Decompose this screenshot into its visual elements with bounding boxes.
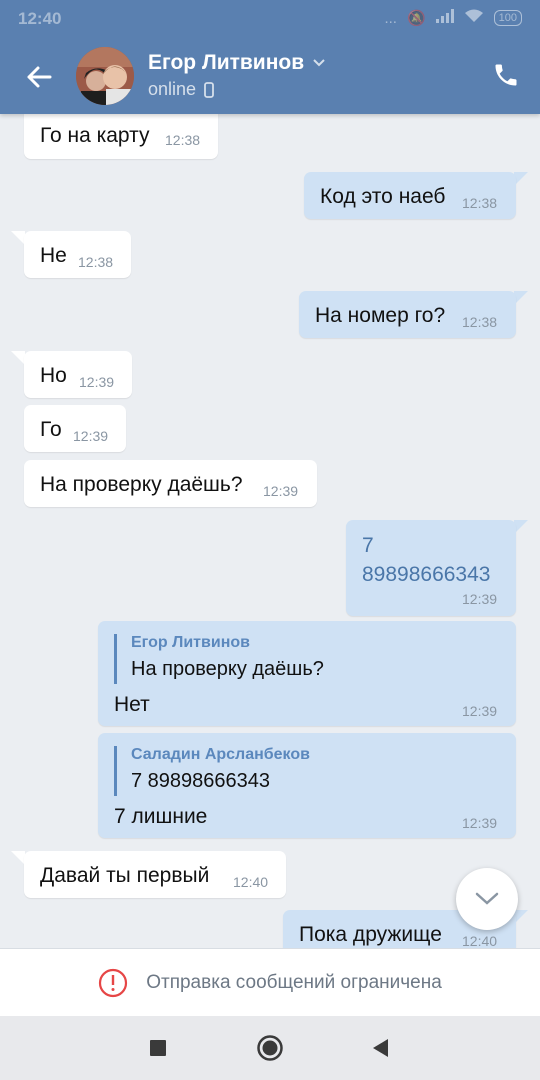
message-text: Не [40, 244, 67, 267]
message-time: 12:38 [462, 314, 498, 330]
bubble-tail [11, 351, 25, 365]
message-text: Нет [114, 693, 150, 716]
message-text: Давай ты первый [40, 864, 210, 887]
message-outgoing-reply[interactable]: Егор Литвинов На проверку даёшь? Нет 12:… [98, 621, 516, 726]
message-incoming[interactable]: Го на карту 12:38 [24, 114, 218, 159]
status-bar: 12:40 ... 🔕 100 [0, 0, 540, 38]
mobile-device-icon [204, 81, 214, 98]
message-time: 12:39 [73, 428, 109, 444]
message-outgoing-reply[interactable]: Саладин Арсланбеков 7 89898666343 7 лишн… [98, 733, 516, 838]
bubble-tail [11, 851, 25, 865]
message-text: Но [40, 364, 67, 387]
message-time: 12:38 [78, 254, 114, 270]
bubble-tail [514, 172, 528, 186]
back-button[interactable] [22, 60, 56, 94]
recents-button[interactable] [143, 1033, 173, 1063]
message-incoming[interactable]: Го 12:39 [24, 405, 126, 452]
call-button[interactable] [492, 61, 520, 89]
message-time: 12:39 [263, 483, 299, 499]
message-text: На номер го? [315, 304, 446, 327]
back-nav-button[interactable] [366, 1033, 396, 1063]
message-outgoing[interactable]: Код это наеб 12:38 [304, 172, 516, 219]
battery-icon: 100 [493, 10, 522, 26]
message-text: На проверку даёшь? [40, 473, 243, 496]
contact-avatar[interactable] [76, 47, 134, 105]
contact-status: online [148, 79, 214, 100]
message-time: 12:40 [233, 874, 269, 890]
home-circle-icon [257, 1035, 283, 1061]
message-time: 12:39 [462, 815, 498, 831]
chevron-down-icon [313, 59, 325, 67]
online-status: online [148, 79, 197, 99]
phone-number-link[interactable]: 89898666343 [362, 563, 490, 587]
mute-icon: 🔕 [406, 10, 426, 27]
contact-name-button[interactable]: Егор Литвинов [148, 51, 326, 75]
quote-author: Егор Литвинов [131, 634, 250, 651]
message-incoming[interactable]: Но 12:39 [24, 351, 132, 398]
wifi-icon [464, 9, 484, 27]
bubble-tail [514, 910, 528, 924]
back-arrow-icon [27, 66, 52, 88]
chat-header: 12:40 ... 🔕 100 Егор Литвинов online [0, 0, 540, 114]
message-outgoing[interactable]: 7 89898666343 12:39 [346, 520, 516, 616]
message-incoming[interactable]: На проверку даёшь? 12:39 [24, 460, 317, 507]
message-time: 12:39 [462, 591, 498, 607]
message-text: Пока дружище [299, 923, 442, 946]
more-notifications-icon: ... [384, 9, 397, 27]
bubble-tail [11, 231, 25, 245]
square-icon [150, 1040, 166, 1056]
message-outgoing[interactable]: На номер го? 12:38 [299, 291, 516, 338]
message-text: Код это наеб [320, 185, 446, 208]
message-time: 12:40 [462, 933, 498, 948]
message-time: 12:38 [165, 132, 201, 148]
status-time: 12:40 [18, 9, 62, 28]
message-incoming[interactable]: Давай ты первый 12:40 [24, 851, 286, 898]
bubble-tail [514, 520, 528, 534]
message-list[interactable]: Го на карту 12:38 Код это наеб 12:38 Не … [0, 114, 540, 948]
messaging-restricted-banner: Отправка сообщений ограничена [0, 948, 540, 1016]
quoted-message[interactable]: Егор Литвинов На проверку даёшь? [114, 634, 324, 684]
message-time: 12:39 [79, 374, 115, 390]
phone-number-link[interactable]: 7 [362, 534, 374, 558]
status-icons: ... 🔕 100 [384, 9, 522, 27]
quoted-message[interactable]: Саладин Арсланбеков 7 89898666343 [114, 746, 310, 796]
message-text: Го на карту [40, 124, 150, 147]
message-time: 12:38 [462, 195, 498, 211]
chevron-down-icon [475, 892, 499, 905]
quote-text: 7 89898666343 [131, 770, 271, 792]
message-incoming[interactable]: Не 12:38 [24, 231, 131, 278]
alert-icon [99, 968, 128, 997]
message-time: 12:39 [462, 703, 498, 719]
system-navigation-bar [0, 1016, 540, 1080]
signal-icon [435, 9, 454, 27]
restriction-text: Отправка сообщений ограничена [146, 971, 442, 993]
triangle-back-icon [373, 1039, 388, 1057]
home-button[interactable] [255, 1033, 285, 1063]
message-text: Го [40, 418, 62, 441]
quote-author: Саладин Арсланбеков [131, 746, 310, 763]
contact-name: Егор Литвинов [148, 51, 305, 74]
scroll-to-bottom-button[interactable] [456, 868, 518, 930]
bubble-tail [514, 291, 528, 305]
quote-text: На проверку даёшь? [131, 658, 324, 680]
phone-icon [495, 64, 517, 86]
message-text: 7 лишние [114, 805, 208, 828]
